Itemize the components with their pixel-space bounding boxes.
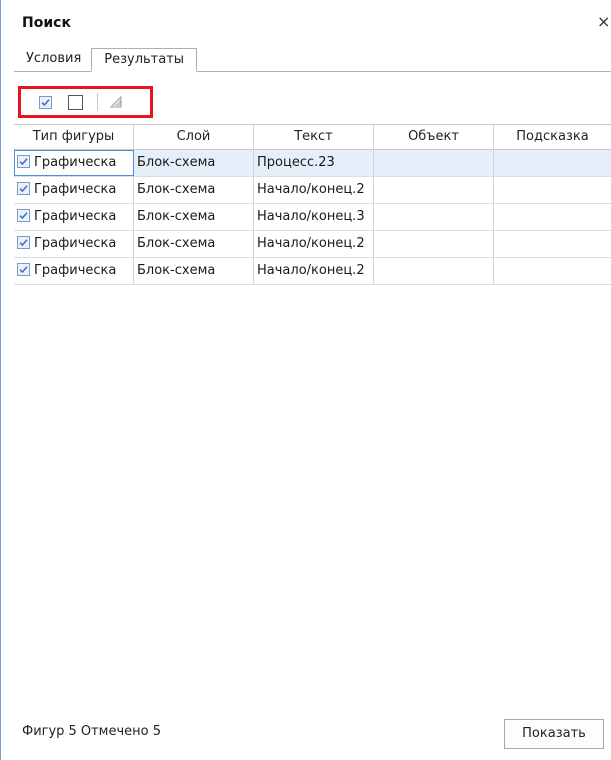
table-row[interactable]: Графическа Блок-схема Начало/конец.3 [14,204,611,231]
cell-type[interactable]: Графическа [14,204,134,230]
row-checkbox[interactable] [17,155,30,168]
cell-type[interactable]: Графическа [14,231,134,257]
cell-text[interactable]: Начало/конец.2 [254,177,374,203]
cell-hint[interactable] [494,258,611,284]
row-checkbox[interactable] [17,182,30,195]
column-header-layer[interactable]: Слой [134,125,254,149]
check-all-button[interactable] [37,94,53,110]
invert-selection-button[interactable] [108,94,124,110]
row-checkbox[interactable] [17,263,30,276]
window-border [0,0,1,760]
tab-strip: Условия Результаты [14,48,198,72]
cell-type-text: Графическа [34,209,117,224]
marked-count: Отмечено 5 [80,724,161,739]
cell-hint[interactable] [494,204,611,230]
cell-type-text: Графическа [34,155,117,170]
table-row[interactable]: Графическа Блок-схема Начало/конец.2 [14,231,611,258]
cell-type[interactable]: Графическа [14,258,134,284]
cell-layer[interactable]: Блок-схема [134,177,254,203]
column-header-hint[interactable]: Подсказка [494,125,611,149]
row-checkbox[interactable] [17,236,30,249]
status-bar: Фигур 5 Отмечено 5 [22,724,165,739]
cell-object[interactable] [374,177,494,203]
cell-type-text: Графическа [34,263,117,278]
column-header-type[interactable]: Тип фигуры [14,125,134,149]
cell-object[interactable] [374,204,494,230]
cell-type-text: Графическа [34,236,117,251]
search-dialog: Поиск × Условия Результаты Тип фигуры Сл… [0,0,611,760]
cell-type[interactable]: Графическа [14,177,134,203]
tab-conditions[interactable]: Условия [14,48,91,70]
cell-object[interactable] [374,231,494,257]
cell-text[interactable]: Процесс.23 [254,150,374,176]
grid-header: Тип фигуры Слой Текст Объект Подсказка [14,124,611,150]
row-checkbox[interactable] [17,209,30,222]
cell-type[interactable]: Графическа [14,150,134,176]
cell-text[interactable]: Начало/конец.2 [254,258,374,284]
column-header-text[interactable]: Текст [254,125,374,149]
cell-hint[interactable] [494,177,611,203]
figures-count: Фигур 5 [22,724,77,739]
cell-type-text: Графическа [34,182,117,197]
column-header-object[interactable]: Объект [374,125,494,149]
cell-object[interactable] [374,258,494,284]
cell-object[interactable] [374,150,494,176]
dialog-title: Поиск [22,15,71,31]
cell-hint[interactable] [494,231,611,257]
cell-hint[interactable] [494,150,611,176]
show-button[interactable]: Показать [504,719,604,749]
cell-layer[interactable]: Блок-схема [134,258,254,284]
toolbar-separator [97,93,98,111]
check-all-icon [38,95,52,109]
table-row[interactable]: Графическа Блок-схема Начало/конец.2 [14,258,611,285]
uncheck-all-button[interactable] [67,94,83,110]
cell-text[interactable]: Начало/конец.3 [254,204,374,230]
uncheck-all-icon [67,94,83,110]
tab-results[interactable]: Результаты [91,48,198,72]
selection-toolbar [18,86,153,118]
results-grid: Тип фигуры Слой Текст Объект Подсказка Г… [14,124,611,285]
cell-layer[interactable]: Блок-схема [134,231,254,257]
title-bar: Поиск × [0,0,611,40]
close-icon[interactable]: × [597,12,611,32]
invert-selection-icon [109,95,122,108]
cell-text[interactable]: Начало/конец.2 [254,231,374,257]
cell-layer[interactable]: Блок-схема [134,204,254,230]
cell-layer[interactable]: Блок-схема [134,150,254,176]
table-row[interactable]: Графическа Блок-схема Начало/конец.2 [14,177,611,204]
table-row[interactable]: Графическа Блок-схема Процесс.23 [14,150,611,177]
